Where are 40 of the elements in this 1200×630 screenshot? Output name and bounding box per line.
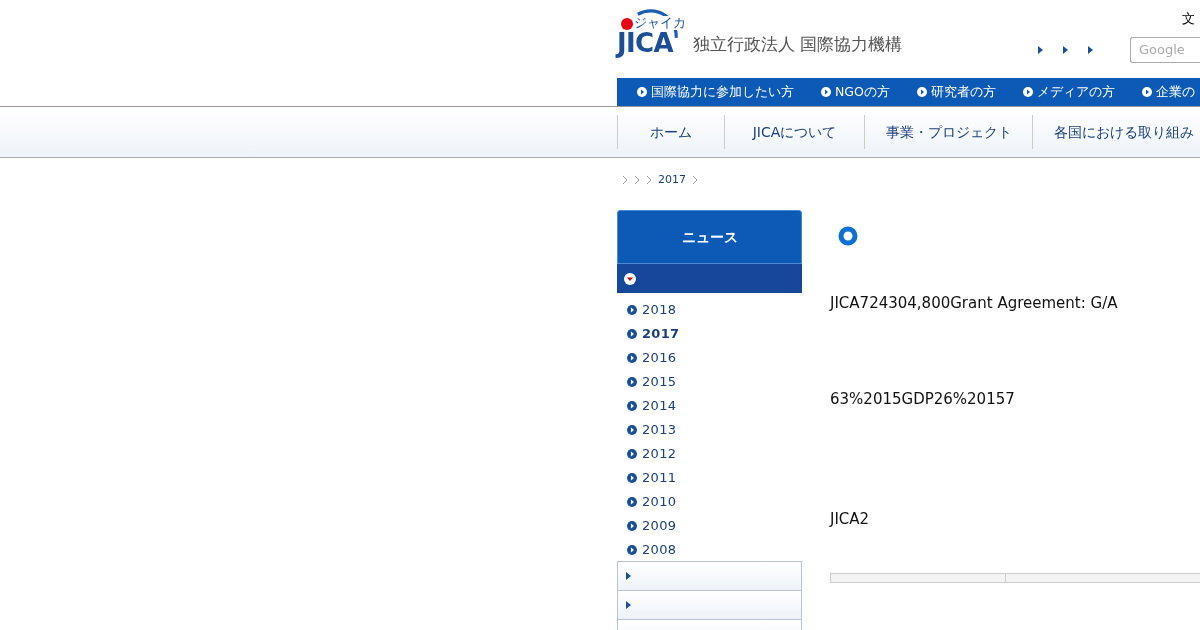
audience-link[interactable]: 研究者の方: [916, 82, 996, 102]
main-nav-link[interactable]: JICAについて: [724, 115, 864, 149]
sidebar-section[interactable]: [617, 561, 802, 591]
article-paragraph: JICA2: [830, 509, 871, 530]
main-nav-link[interactable]: ホーム: [617, 115, 724, 149]
chevron-icon: [692, 175, 698, 185]
year-link[interactable]: 2015: [617, 370, 802, 394]
year-link[interactable]: 2010: [617, 490, 802, 514]
audience-link[interactable]: NGOの方: [821, 82, 890, 102]
sidebar-section[interactable]: [617, 590, 802, 620]
triangle-icon: [626, 601, 631, 609]
year-link[interactable]: 2009: [617, 514, 802, 538]
article-paragraph: JICA724304,800Grant Agreement: G/A: [830, 293, 1119, 314]
year-link[interactable]: 2011: [617, 466, 802, 490]
logo-kana: ジャイカ: [634, 16, 686, 30]
search-field[interactable]: Google: [1130, 37, 1200, 63]
year-link[interactable]: 2014: [617, 394, 802, 418]
organization-name: 独立行政法人 国際協力機構: [693, 32, 903, 56]
breadcrumb-link[interactable]: 2017: [658, 171, 686, 189]
main-nav-link[interactable]: 事業・プロジェクト: [864, 115, 1032, 149]
triangle-icon: [1088, 46, 1093, 54]
audience-link[interactable]: メディアの方: [1022, 82, 1115, 102]
audience-link[interactable]: 企業の: [1141, 82, 1195, 102]
year-link[interactable]: 2012: [617, 442, 802, 466]
sidebar-subheader[interactable]: [617, 264, 802, 293]
year-link[interactable]: 2018: [617, 298, 802, 322]
triangle-icon: [1063, 46, 1068, 54]
triangle-icon: [626, 572, 631, 580]
year-link[interactable]: 2008: [617, 538, 802, 562]
year-link[interactable]: 2016: [617, 346, 802, 370]
year-link[interactable]: 2013: [617, 418, 802, 442]
logo-text: JICA: [617, 30, 673, 56]
audience-link[interactable]: 国際協力に参加したい方: [637, 82, 794, 102]
year-link[interactable]: 2017: [617, 322, 802, 346]
main-nav-link[interactable]: 各国における取り組み: [1032, 115, 1194, 149]
ring-icon: [838, 226, 858, 246]
triangle-icon: [1038, 46, 1043, 54]
article-paragraph: 63%2015GDP26%20157: [830, 389, 1016, 410]
font-size-label: 文: [1182, 10, 1195, 28]
sidebar-title: ニュース: [617, 210, 802, 264]
